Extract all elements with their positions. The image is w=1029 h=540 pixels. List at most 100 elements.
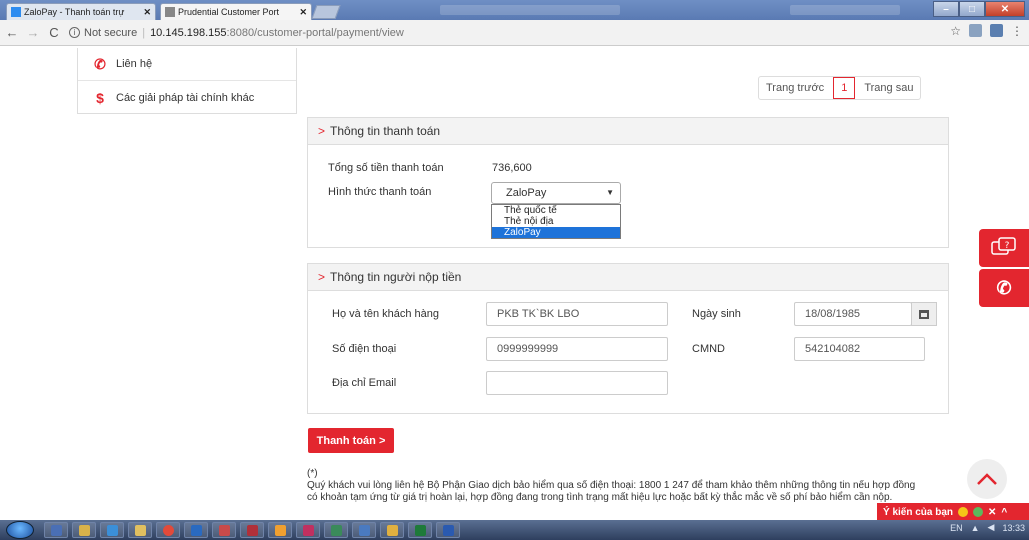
taskbar-app[interactable] — [324, 522, 348, 538]
chevron-up-icon[interactable]: ^ — [1001, 507, 1007, 518]
note-text: Quý khách vui lòng liên hệ Bộ Phận Giao … — [307, 480, 916, 503]
start-button[interactable] — [0, 520, 40, 540]
minimize-button[interactable]: – — [933, 1, 959, 17]
panel-title: Thông tin người nộp tiền — [330, 270, 462, 284]
app-icon — [386, 524, 398, 536]
dob-input[interactable]: 18/08/1985 — [794, 302, 912, 326]
folder-icon — [134, 524, 146, 536]
tab-label: Prudential Customer Port — [178, 7, 280, 17]
payment-method-select[interactable]: ZaloPay ▼ — [491, 182, 621, 204]
browser-titlebar: ZaloPay - Thanh toán trự ✕ Prudential Cu… — [0, 0, 1029, 20]
not-secure-label: Not secure — [84, 26, 138, 39]
email-input[interactable] — [486, 371, 668, 395]
taskbar-app[interactable] — [408, 522, 432, 538]
smiley-icon[interactable] — [958, 507, 969, 517]
url-field[interactable]: i Not secure | 10.145.198.155 :8080/cust… — [69, 23, 404, 43]
taskbar-app[interactable] — [128, 522, 152, 538]
close-window-button[interactable]: ✕ — [985, 1, 1025, 17]
scroll-to-top-button[interactable] — [967, 459, 1007, 499]
payment-info-panel: > Thông tin thanh toán Tổng số tiền than… — [307, 117, 949, 248]
option-zalopay[interactable]: ZaloPay — [492, 227, 620, 238]
taskbar-app[interactable] — [240, 522, 264, 538]
app-icon — [246, 524, 258, 536]
phone-label: Số điện thoại — [332, 343, 397, 355]
caret-down-icon: ▼ — [606, 188, 614, 197]
extension-icon[interactable] — [990, 24, 1003, 37]
taskbar-app[interactable] — [352, 522, 376, 538]
clock[interactable]: 13:33 — [1002, 523, 1025, 533]
back-arrow-icon[interactable]: ← — [3, 25, 21, 40]
tab-label: ZaloPay - Thanh toán trự — [24, 7, 125, 17]
dollar-icon: $ — [96, 89, 104, 106]
blurred-window-title — [440, 5, 620, 15]
app-icon — [302, 524, 314, 536]
prev-page-button[interactable]: Trang trước — [759, 77, 831, 99]
taskbar-app[interactable] — [436, 522, 460, 538]
word-icon — [442, 524, 454, 536]
new-tab-button[interactable] — [311, 5, 341, 19]
payment-method-dropdown: Thẻ quốc tế Thẻ nội địa ZaloPay — [491, 204, 621, 239]
taskbar-app[interactable] — [100, 522, 124, 538]
browser-tab-zalopay[interactable]: ZaloPay - Thanh toán trự ✕ — [6, 3, 156, 20]
taskbar-app[interactable] — [184, 522, 208, 538]
os-taskbar: EN ▲ ◀ 13:33 — [0, 520, 1029, 540]
close-tab-icon[interactable]: ✕ — [143, 7, 151, 18]
outlook-icon — [190, 524, 202, 536]
customer-name-label: Họ và tên khách hàng — [332, 308, 440, 320]
taskbar-app[interactable] — [212, 522, 236, 538]
taskbar-app[interactable] — [296, 522, 320, 538]
current-page-button[interactable]: 1 — [833, 77, 856, 99]
pagination: Trang trước 1 Trang sau — [758, 76, 922, 100]
app-icon — [330, 524, 342, 536]
network-icon[interactable]: ▲ — [971, 523, 980, 533]
sidebar: ✆ Liên hệ $ Các giải pháp tài chính khác — [77, 48, 297, 114]
total-amount-label: Tổng số tiền thanh toán — [328, 162, 444, 174]
selected-option: ZaloPay — [506, 187, 547, 199]
taskbar-app[interactable] — [156, 522, 180, 538]
volume-icon[interactable]: ◀ — [988, 522, 995, 533]
extension-icon[interactable] — [969, 24, 982, 37]
taskbar-app[interactable] — [44, 522, 68, 538]
browser-tab-prudential[interactable]: Prudential Customer Port ✕ — [160, 3, 312, 20]
taskbar-app[interactable] — [72, 522, 96, 538]
calendar-icon[interactable] — [911, 302, 937, 326]
next-page-button[interactable]: Trang sau — [857, 77, 920, 99]
chat-question-icon: ? — [991, 237, 1016, 255]
smiley-icon[interactable] — [973, 507, 984, 517]
customer-name-input[interactable]: PKB TK`BK LBO — [486, 302, 668, 326]
close-icon[interactable]: ✕ — [988, 507, 996, 518]
chevron-up-icon — [977, 473, 997, 485]
sidebar-item-financial-solutions[interactable]: $ Các giải pháp tài chính khác — [78, 81, 296, 114]
bookmark-star-icon[interactable]: ☆ — [950, 24, 961, 38]
info-icon[interactable]: i — [69, 27, 80, 38]
call-button[interactable]: ✆ — [979, 269, 1029, 307]
payer-info-panel: > Thông tin người nộp tiền Họ và tên khá… — [307, 263, 949, 414]
sidebar-item-label: Liên hệ — [116, 58, 153, 70]
sidebar-item-contact[interactable]: ✆ Liên hệ — [78, 48, 296, 81]
feedback-widget[interactable]: Ý kiến của bạn ✕ ^ — [877, 503, 1029, 521]
address-bar: ← → C i Not secure | 10.145.198.155 :808… — [0, 20, 1029, 46]
payment-method-label: Hình thức thanh toán — [328, 186, 432, 198]
phone-icon: ✆ — [996, 277, 1012, 298]
maximize-button[interactable]: □ — [959, 1, 985, 17]
sidebar-item-label: Các giải pháp tài chính khác — [116, 91, 255, 104]
prudential-favicon-icon — [165, 7, 175, 17]
feedback-label: Ý kiến của bạn — [883, 506, 954, 518]
option-domestic-card[interactable]: Thẻ nội địa — [492, 216, 620, 227]
phone-input[interactable]: 0999999999 — [486, 337, 668, 361]
pay-button[interactable]: Thanh toán > — [308, 428, 394, 453]
taskbar-app[interactable] — [380, 522, 404, 538]
menu-icon[interactable]: ⋮ — [1011, 24, 1023, 38]
excel-icon — [414, 524, 426, 536]
id-number-input[interactable]: 542104082 — [794, 337, 925, 361]
reload-icon[interactable]: C — [45, 25, 63, 40]
panel-header: > Thông tin thanh toán — [308, 118, 948, 145]
language-indicator[interactable]: EN — [950, 523, 963, 533]
url-host: 10.145.198.155 — [150, 26, 227, 39]
forward-arrow-icon[interactable]: → — [24, 25, 42, 40]
windows-logo-icon — [6, 521, 34, 539]
close-tab-icon[interactable]: ✕ — [299, 7, 307, 18]
chat-help-button[interactable]: ? — [979, 229, 1029, 267]
taskbar-app[interactable] — [268, 522, 292, 538]
option-international-card[interactable]: Thẻ quốc tế — [492, 205, 620, 216]
